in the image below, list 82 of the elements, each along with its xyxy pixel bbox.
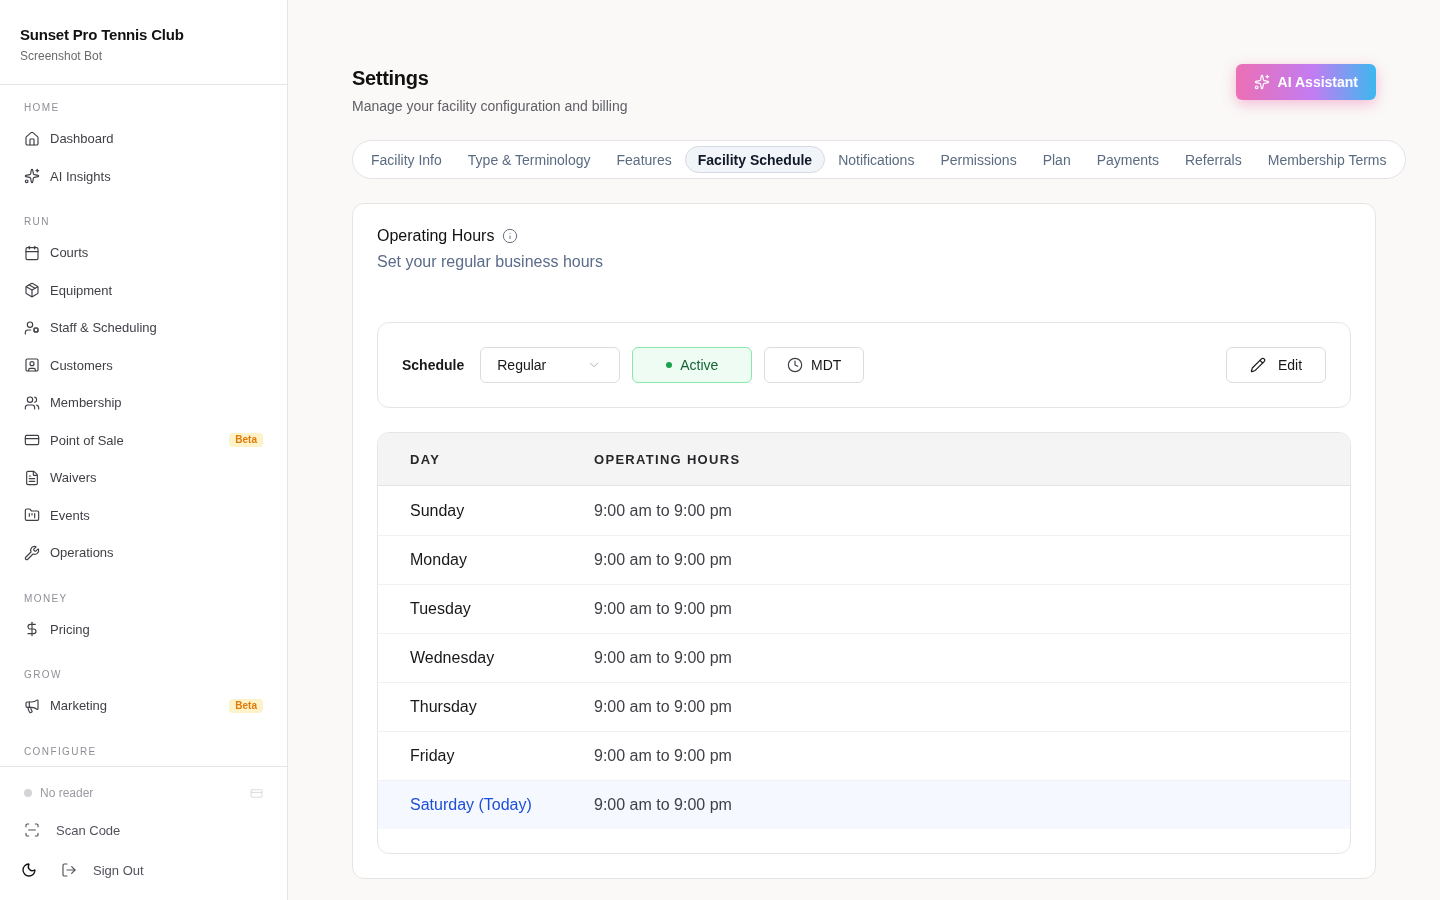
sidebar-item[interactable]: Membership [24,394,122,411]
sidebar-item[interactable]: Customers [24,357,113,374]
beta-badge: Beta [229,698,263,713]
sidebar-item[interactable]: Pricing [24,621,90,638]
users-icon [24,394,40,411]
page-title: Settings [352,66,430,91]
day-cell-text: Tuesday [409,600,472,618]
sidebar-item[interactable]: Dashboard [24,130,114,147]
sign-out-icon [61,862,77,878]
beta-badge: Beta [229,433,263,448]
sidebar-section-label: MONEY [24,591,69,606]
hours-cell-text: 9:00 am to 9:00 pm [594,551,733,569]
hours-cell-text: 9:00 am to 9:00 pm [594,796,733,814]
scan-icon [24,822,40,838]
reader-status: No reader [40,786,94,800]
settings-tab[interactable]: Permissions [927,146,1030,173]
sidebar-section-label: CONFIGURE [24,744,98,759]
sign-out-button[interactable]: Sign Out [61,852,144,888]
timezone-button[interactable]: MDT [764,347,865,383]
wrench-icon [24,544,40,561]
settings-tab[interactable]: Referrals [1171,146,1255,173]
sidebar-item[interactable]: Equipment [24,282,113,299]
settings-tab[interactable]: Facility Info [358,146,455,173]
box-icon [24,282,40,299]
sidebar-section-label: GROW [24,668,63,682]
megaphone-icon [24,697,40,714]
document-icon [24,469,40,486]
settings-tab[interactable]: Features [603,146,685,173]
sidebar-item[interactable]: Staff & Scheduling [24,319,157,336]
day-cell-text: Saturday (Today) [409,796,533,814]
day-cell-text: Wednesday [409,649,496,667]
sidebar-section-label: HOME [24,101,61,115]
sparkles-icon [24,168,40,185]
hours-cell-text: 9:00 am to 9:00 pm [594,747,733,765]
schedule-label: Schedule [402,357,465,373]
page-subtitle: Manage your facility configuration and billing [352,97,628,116]
scan-code-button[interactable]: Scan Code [24,812,121,848]
card-subtitle: Set your regular business hours [377,252,604,272]
schedule-select[interactable]: Regular [480,347,621,383]
card-title: Operating Hours [377,226,495,246]
theme-toggle-button[interactable] [21,862,37,878]
column-header: DAY [409,451,442,467]
day-cell-text: Friday [409,747,456,765]
calendar-icon [24,244,40,261]
user-gear-icon [24,319,40,336]
sidebar-item[interactable]: AI Insights [24,168,111,185]
pencil-icon [1249,357,1266,373]
settings-tab[interactable]: Notifications [825,146,928,173]
dollar-icon [24,621,40,638]
hours-cell-text: 9:00 am to 9:00 pm [594,501,733,520]
settings-tab[interactable]: Plan [1029,146,1084,173]
sidebar-item[interactable]: Events [24,507,90,524]
settings-tab[interactable]: Type & Terminology [454,146,604,173]
house-icon [24,130,40,147]
sidebar-item[interactable]: Operations [24,544,114,561]
sidebar-item[interactable]: Point of Sale [24,432,124,449]
hours-cell-text: 9:00 am to 9:00 pm [594,649,733,667]
org-name: Sunset Pro Tennis Club [20,25,185,45]
sidebar-section-label: RUN [24,215,51,229]
status-badge: Active [632,347,753,383]
day-cell-text: Monday [409,551,468,569]
sidebar-item[interactable]: Courts [24,244,89,261]
folder-icon [24,507,40,524]
moon-icon [21,862,37,878]
info-icon[interactable] [502,228,519,244]
day-cell-text: Sunday [409,501,466,520]
sidebar-item[interactable]: Marketing [24,697,108,714]
card-reader-icon [250,786,263,800]
hours-cell-text: 9:00 am to 9:00 pm [594,600,733,618]
settings-tab[interactable]: Payments [1083,146,1172,173]
hours-cell-text: 9:00 am to 9:00 pm [594,698,733,716]
settings-tab[interactable]: Membership Terms [1254,146,1400,173]
sparkles-icon [1253,74,1270,90]
clock-icon [787,357,804,373]
status-dot-icon [666,362,673,368]
edit-button[interactable]: Edit [1226,347,1326,383]
user-square-icon [24,357,40,374]
settings-tab[interactable]: Facility Schedule [684,146,826,173]
sidebar-item[interactable]: Waivers [24,469,97,486]
day-cell-text: Thursday [409,698,478,716]
user-name: Screenshot Bot [20,48,104,65]
column-header: OPERATING HOURS [594,451,742,467]
